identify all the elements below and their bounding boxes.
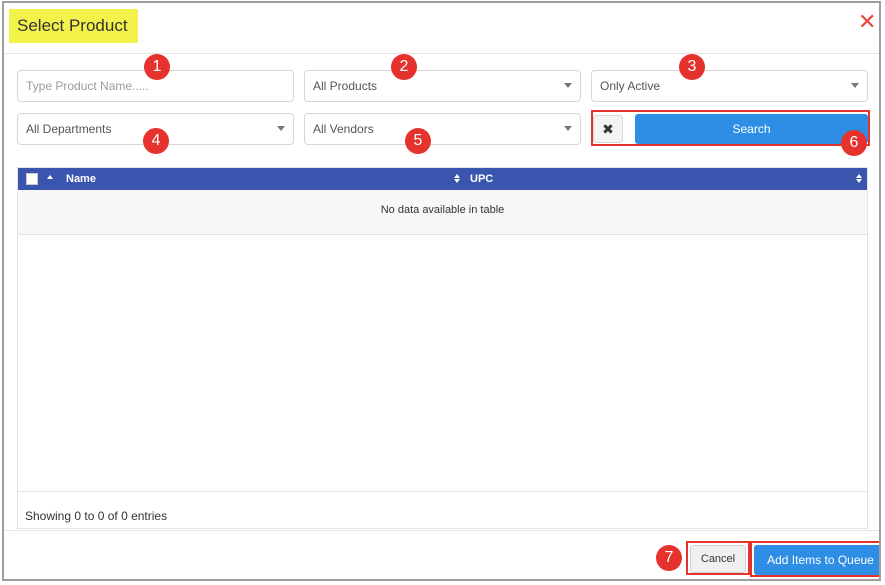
dialog-header: Select Product ✕ bbox=[4, 3, 879, 54]
products-table: Name UPC No data available in table Show… bbox=[17, 167, 868, 529]
cancel-button[interactable]: Cancel bbox=[690, 545, 746, 573]
chevron-down-icon bbox=[564, 83, 572, 88]
close-icon[interactable]: ✕ bbox=[858, 11, 876, 33]
column-header-upc[interactable]: UPC bbox=[470, 168, 493, 190]
department-value: All Departments bbox=[26, 122, 112, 136]
table-info: Showing 0 to 0 of 0 entries bbox=[18, 491, 867, 528]
product-scope-value: All Products bbox=[313, 79, 378, 93]
add-items-to-queue-button[interactable]: Add Items to Queue bbox=[754, 545, 879, 575]
select-all-checkbox[interactable] bbox=[26, 173, 38, 185]
chevron-down-icon bbox=[564, 126, 572, 131]
table-header: Name UPC bbox=[18, 168, 867, 190]
callout-marker: 6 bbox=[841, 130, 867, 156]
search-button[interactable]: Search bbox=[635, 114, 868, 144]
sort-asc-icon[interactable] bbox=[47, 175, 53, 179]
vendor-select[interactable]: All Vendors bbox=[304, 113, 581, 145]
column-header-name[interactable]: Name bbox=[66, 168, 96, 190]
sort-icon[interactable] bbox=[454, 173, 460, 185]
sort-icon[interactable] bbox=[856, 173, 862, 185]
callout-marker: 4 bbox=[143, 128, 169, 154]
callout-marker: 1 bbox=[144, 54, 170, 80]
status-select[interactable]: Only Active bbox=[591, 70, 868, 102]
clear-filters-button[interactable]: ✖ bbox=[593, 115, 623, 143]
chevron-down-icon bbox=[277, 126, 285, 131]
chevron-down-icon bbox=[851, 83, 859, 88]
product-scope-select[interactable]: All Products bbox=[304, 70, 581, 102]
select-product-dialog: Select Product ✕ All Products Only Activ… bbox=[2, 1, 881, 581]
vendor-value: All Vendors bbox=[313, 122, 374, 136]
empty-table-message: No data available in table bbox=[18, 190, 867, 235]
callout-marker: 5 bbox=[405, 128, 431, 154]
callout-marker: 7 bbox=[656, 545, 682, 571]
callout-marker: 3 bbox=[679, 54, 705, 80]
callout-marker: 2 bbox=[391, 54, 417, 80]
dialog-title: Select Product bbox=[9, 9, 138, 43]
status-value: Only Active bbox=[600, 79, 661, 93]
